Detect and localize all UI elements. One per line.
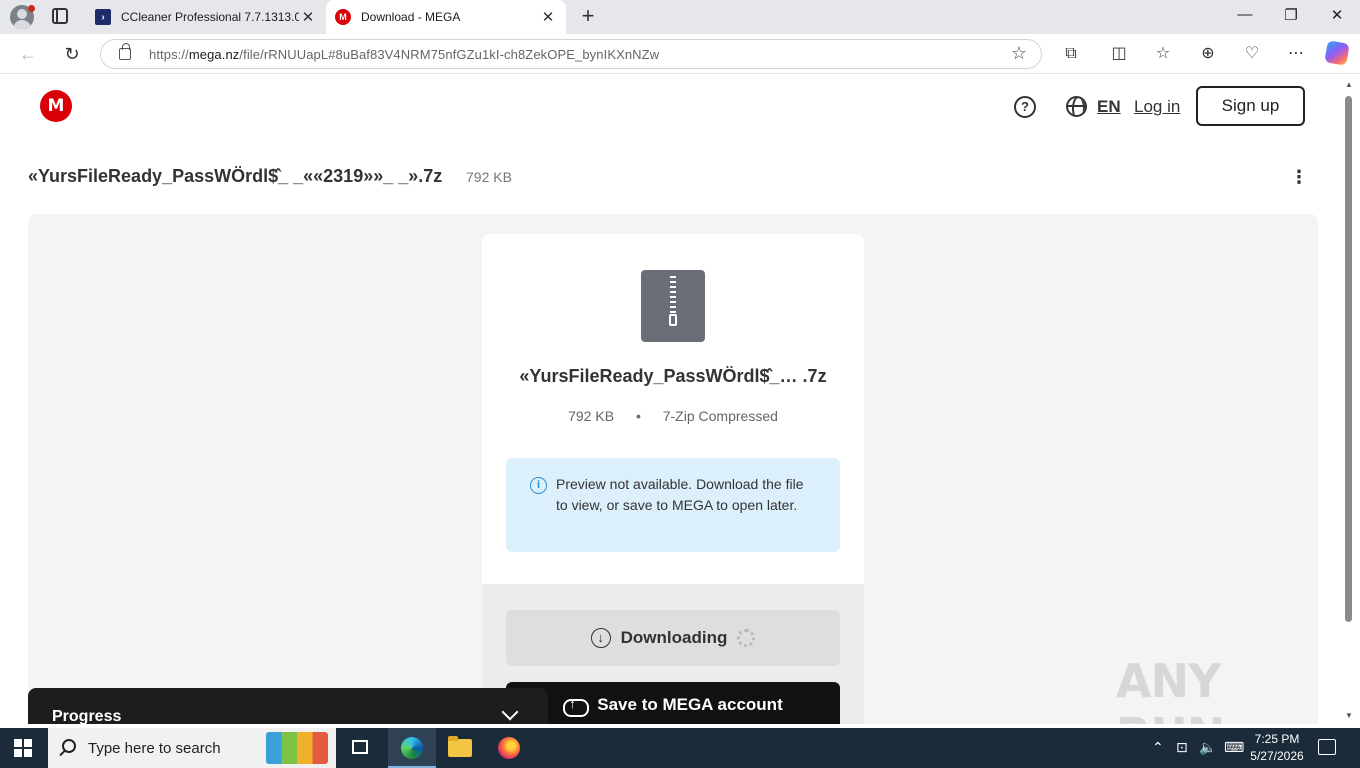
page-viewport: M ? EN Log in Sign up «YursFileReady_Pas… <box>4 74 1342 724</box>
edge-icon <box>401 737 423 759</box>
scroll-up-icon[interactable]: ▲ <box>1345 80 1353 89</box>
network-icon[interactable]: ⊡ <box>1176 739 1188 756</box>
file-info-card: «YursFileReady_PassWÖrdl$̂_… .7z 792 KB … <box>482 234 864 584</box>
download-button[interactable]: ↓ Downloading <box>506 610 840 666</box>
globe-icon[interactable] <box>1066 96 1087 117</box>
login-link[interactable]: Log in <box>1134 97 1180 117</box>
task-view-icon <box>352 740 368 754</box>
extensions-icon[interactable]: ⧉ <box>1059 42 1083 66</box>
search-highlight-image <box>266 732 328 764</box>
preview-area: «YursFileReady_PassWÖrdl$̂_… .7z 792 KB … <box>28 214 1318 724</box>
collections-icon[interactable]: ⊕ <box>1196 42 1220 66</box>
task-view-button[interactable] <box>336 728 384 768</box>
cloud-upload-icon <box>563 696 590 717</box>
zip-file-icon <box>641 270 705 342</box>
help-icon[interactable]: ? <box>1014 96 1036 118</box>
taskbar-firefox[interactable] <box>485 728 533 768</box>
loading-spinner-icon <box>737 629 756 647</box>
tab-title: CCleaner Professional 7.7.1313.0 v <box>121 10 299 24</box>
meta-separator: • <box>635 408 641 424</box>
file-size-label: 792 KB <box>466 169 512 185</box>
search-placeholder: Type here to search <box>88 740 221 757</box>
info-icon: i <box>530 477 547 494</box>
browser-tab-strip: › CCleaner Professional 7.7.1313.0 v ✕ M… <box>0 0 1360 34</box>
start-button[interactable] <box>14 739 32 757</box>
file-name-title: «YursFileReady_PassWÖrdl$̂_ _««2319»»_ _… <box>28 166 443 186</box>
firefox-icon <box>498 737 520 759</box>
taskbar-clock[interactable]: 7:25 PM 5/27/2026 <box>1244 731 1310 765</box>
tab-close-icon[interactable]: ✕ <box>299 8 317 26</box>
file-type: 7-Zip Compressed <box>662 408 778 424</box>
tab-actions-icon[interactable] <box>52 8 68 24</box>
more-menu-icon[interactable]: ⋯ <box>1284 42 1308 66</box>
download-arrow-icon: ↓ <box>590 628 611 648</box>
more-options-icon[interactable]: ⋮ <box>1289 168 1309 188</box>
address-bar[interactable]: https://mega.nz/file/rRNUUapL#8uBaf83V4N… <box>100 39 1042 69</box>
new-tab-button[interactable]: + <box>576 4 600 28</box>
download-label: Downloading <box>620 628 728 647</box>
clock-date: 5/27/2026 <box>1250 749 1304 763</box>
taskbar-search[interactable]: Type here to search <box>48 728 336 768</box>
split-screen-icon[interactable]: ◫ <box>1107 42 1131 66</box>
ccleaner-favicon-icon: › <box>95 9 111 25</box>
favorites-icon[interactable]: ☆ <box>1151 42 1175 66</box>
volume-icon[interactable]: 🔈 <box>1199 739 1216 756</box>
site-info-lock-icon[interactable] <box>119 43 131 60</box>
save-to-mega-button[interactable]: Save to MEGA account <box>506 682 840 724</box>
tab-close-icon[interactable]: ✕ <box>539 8 557 26</box>
mega-logo[interactable]: M <box>40 90 72 122</box>
preview-unavailable-notice: i Preview not available. Download the fi… <box>506 458 840 552</box>
browser-essentials-icon[interactable]: ♡ <box>1240 42 1264 66</box>
page-scrollbar[interactable]: ▲ ▼ <box>1342 74 1356 724</box>
file-meta: 792 KB • 7-Zip Compressed <box>482 408 864 424</box>
tab-mega-download[interactable]: M Download - MEGA ✕ <box>326 0 566 34</box>
minimize-button[interactable]: — <box>1233 6 1257 28</box>
copilot-icon[interactable] <box>1324 40 1350 66</box>
clock-time: 7:25 PM <box>1254 732 1300 746</box>
anyrun-watermark: ANY RUN <box>1116 654 1225 724</box>
tab-title: Download - MEGA <box>361 10 461 24</box>
url-text[interactable]: https://mega.nz/file/rRNUUapL#8uBaf83V4N… <box>149 47 659 62</box>
save-label: Save to MEGA account <box>597 695 783 714</box>
mega-favicon-icon: M <box>335 9 351 25</box>
progress-panel[interactable]: Progress <box>28 688 548 724</box>
signup-button[interactable]: Sign up <box>1196 86 1305 126</box>
notification-center-icon[interactable] <box>1318 739 1336 755</box>
chevron-down-icon[interactable] <box>501 703 519 721</box>
card-file-name: «YursFileReady_PassWÖrdl$̂_… .7z <box>519 366 827 386</box>
refresh-button[interactable]: ↻ <box>60 42 84 66</box>
language-selector[interactable]: EN <box>1097 97 1121 117</box>
favorite-star-icon[interactable]: ☆ <box>1011 43 1027 64</box>
tray-chevron-up-icon[interactable]: ⌃ <box>1152 739 1164 756</box>
back-button[interactable]: ← <box>16 42 40 66</box>
browser-toolbar: ← ↻ https://mega.nz/file/rRNUUapL#8uBaf8… <box>0 34 1360 74</box>
folder-icon <box>448 736 472 757</box>
tab-ccleaner[interactable]: › CCleaner Professional 7.7.1313.0 v ✕ <box>86 0 326 34</box>
progress-label: Progress <box>52 708 122 724</box>
notice-text: Preview not available. Download the file… <box>556 476 804 513</box>
keyboard-icon[interactable]: ⌨ <box>1224 739 1244 756</box>
file-size: 792 KB <box>568 408 615 424</box>
profile-notification-dot <box>28 5 35 12</box>
close-window-button[interactable]: ✕ <box>1325 6 1349 28</box>
taskbar-edge[interactable] <box>388 728 436 768</box>
scroll-down-icon[interactable]: ▼ <box>1345 711 1353 720</box>
scrollbar-thumb[interactable] <box>1345 96 1352 622</box>
restore-button[interactable]: ❐ <box>1279 6 1303 28</box>
windows-taskbar: Type here to search ⌃ ⊡ 🔈 ⌨ 7:25 PM 5/27… <box>0 728 1360 768</box>
search-icon <box>62 739 76 753</box>
taskbar-file-explorer[interactable] <box>436 728 484 768</box>
